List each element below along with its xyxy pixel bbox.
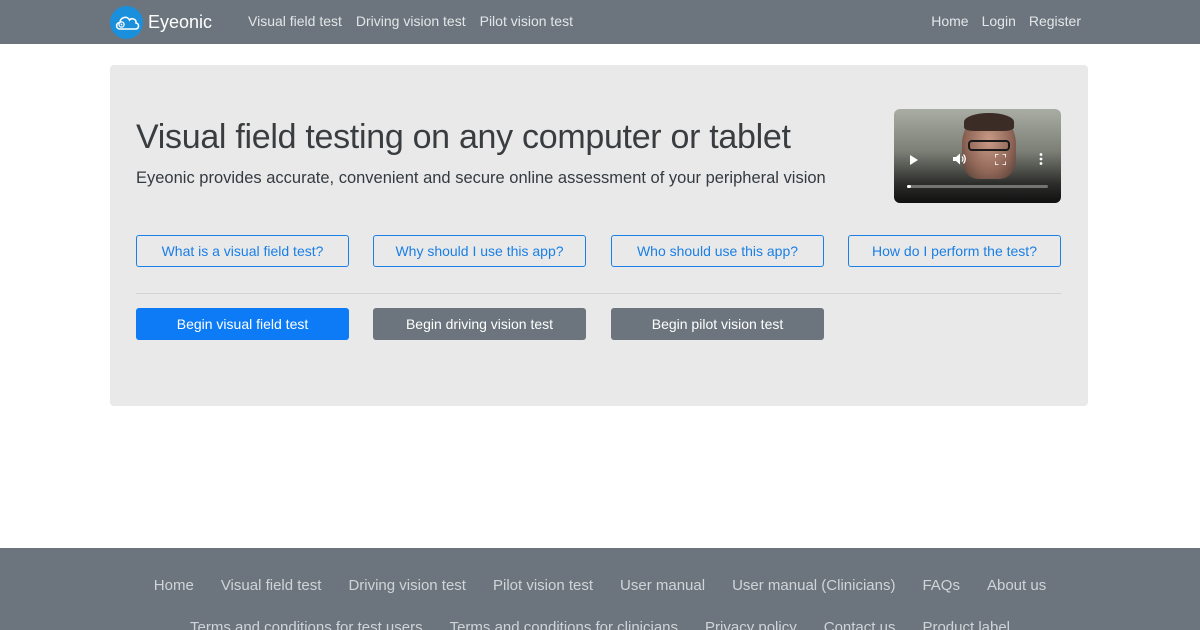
nav-link-register[interactable]: Register — [1029, 13, 1081, 29]
video-controls — [894, 151, 1061, 171]
video-progress-fill — [907, 185, 912, 188]
fullscreen-icon[interactable] — [994, 151, 1007, 171]
nav-link-home[interactable]: Home — [931, 13, 968, 29]
intro-video-player[interactable] — [894, 109, 1061, 203]
video-progress-bar[interactable] — [907, 185, 1048, 188]
video-thumbnail-glasses — [968, 140, 1010, 151]
footer-links-primary: Home Visual field test Driving vision te… — [0, 577, 1200, 594]
begin-visual-field-test-button[interactable]: Begin visual field test — [136, 308, 349, 340]
hero-title: Visual field testing on any computer or … — [136, 118, 791, 156]
footer-link-privacy-policy[interactable]: Privacy policy — [705, 619, 797, 630]
nav-link-login[interactable]: Login — [982, 13, 1016, 29]
play-icon[interactable] — [909, 151, 919, 171]
site-footer: Home Visual field test Driving vision te… — [0, 548, 1200, 630]
who-should-use-app-button[interactable]: Who should use this app? — [611, 235, 824, 267]
footer-link-about-us[interactable]: About us — [987, 577, 1046, 594]
footer-link-home[interactable]: Home — [154, 577, 194, 594]
footer-link-pilot-vision-test[interactable]: Pilot vision test — [493, 577, 593, 594]
footer-link-terms-test-users[interactable]: Terms and conditions for test users — [190, 619, 423, 630]
footer-links-secondary: Terms and conditions for test users Term… — [0, 619, 1200, 630]
brand-link[interactable]: Eyeonic — [110, 4, 212, 40]
begin-pilot-vision-test-button[interactable]: Begin pilot vision test — [611, 308, 824, 340]
hero-jumbotron: Visual field testing on any computer or … — [110, 65, 1088, 406]
how-perform-test-button[interactable]: How do I perform the test? — [848, 235, 1061, 267]
nav-link-visual-field-test[interactable]: Visual field test — [248, 13, 342, 29]
footer-link-product-label[interactable]: Product label — [922, 619, 1010, 630]
footer-link-contact-us[interactable]: Contact us — [824, 619, 896, 630]
hero-lead: Eyeonic provides accurate, convenient an… — [136, 169, 826, 187]
brand-name: Eyeonic — [148, 11, 213, 32]
top-navbar: Eyeonic Visual field test Driving vision… — [0, 0, 1200, 44]
video-thumbnail-hair — [964, 113, 1014, 131]
footer-link-faqs[interactable]: FAQs — [922, 577, 960, 594]
more-vertical-icon[interactable] — [1039, 151, 1043, 171]
eyeonic-logo-icon — [110, 5, 143, 39]
nav-link-driving-vision-test[interactable]: Driving vision test — [356, 13, 466, 29]
footer-link-user-manual-clinicians[interactable]: User manual (Clinicians) — [732, 577, 895, 594]
primary-nav: Visual field test Driving vision test Pi… — [248, 13, 587, 29]
volume-icon[interactable] — [953, 151, 967, 171]
begin-driving-vision-test-button[interactable]: Begin driving vision test — [373, 308, 586, 340]
why-use-app-button[interactable]: Why should I use this app? — [373, 235, 586, 267]
footer-link-user-manual[interactable]: User manual — [620, 577, 705, 594]
footer-link-visual-field-test[interactable]: Visual field test — [221, 577, 322, 594]
what-is-visual-field-test-button[interactable]: What is a visual field test? — [136, 235, 349, 267]
divider — [136, 293, 1061, 294]
account-nav: Home Login Register — [918, 13, 1081, 29]
info-button-row: What is a visual field test? Why should … — [136, 235, 1061, 267]
footer-link-terms-clinicians[interactable]: Terms and conditions for clinicians — [450, 619, 678, 630]
nav-link-pilot-vision-test[interactable]: Pilot vision test — [480, 13, 573, 29]
footer-link-driving-vision-test[interactable]: Driving vision test — [348, 577, 466, 594]
